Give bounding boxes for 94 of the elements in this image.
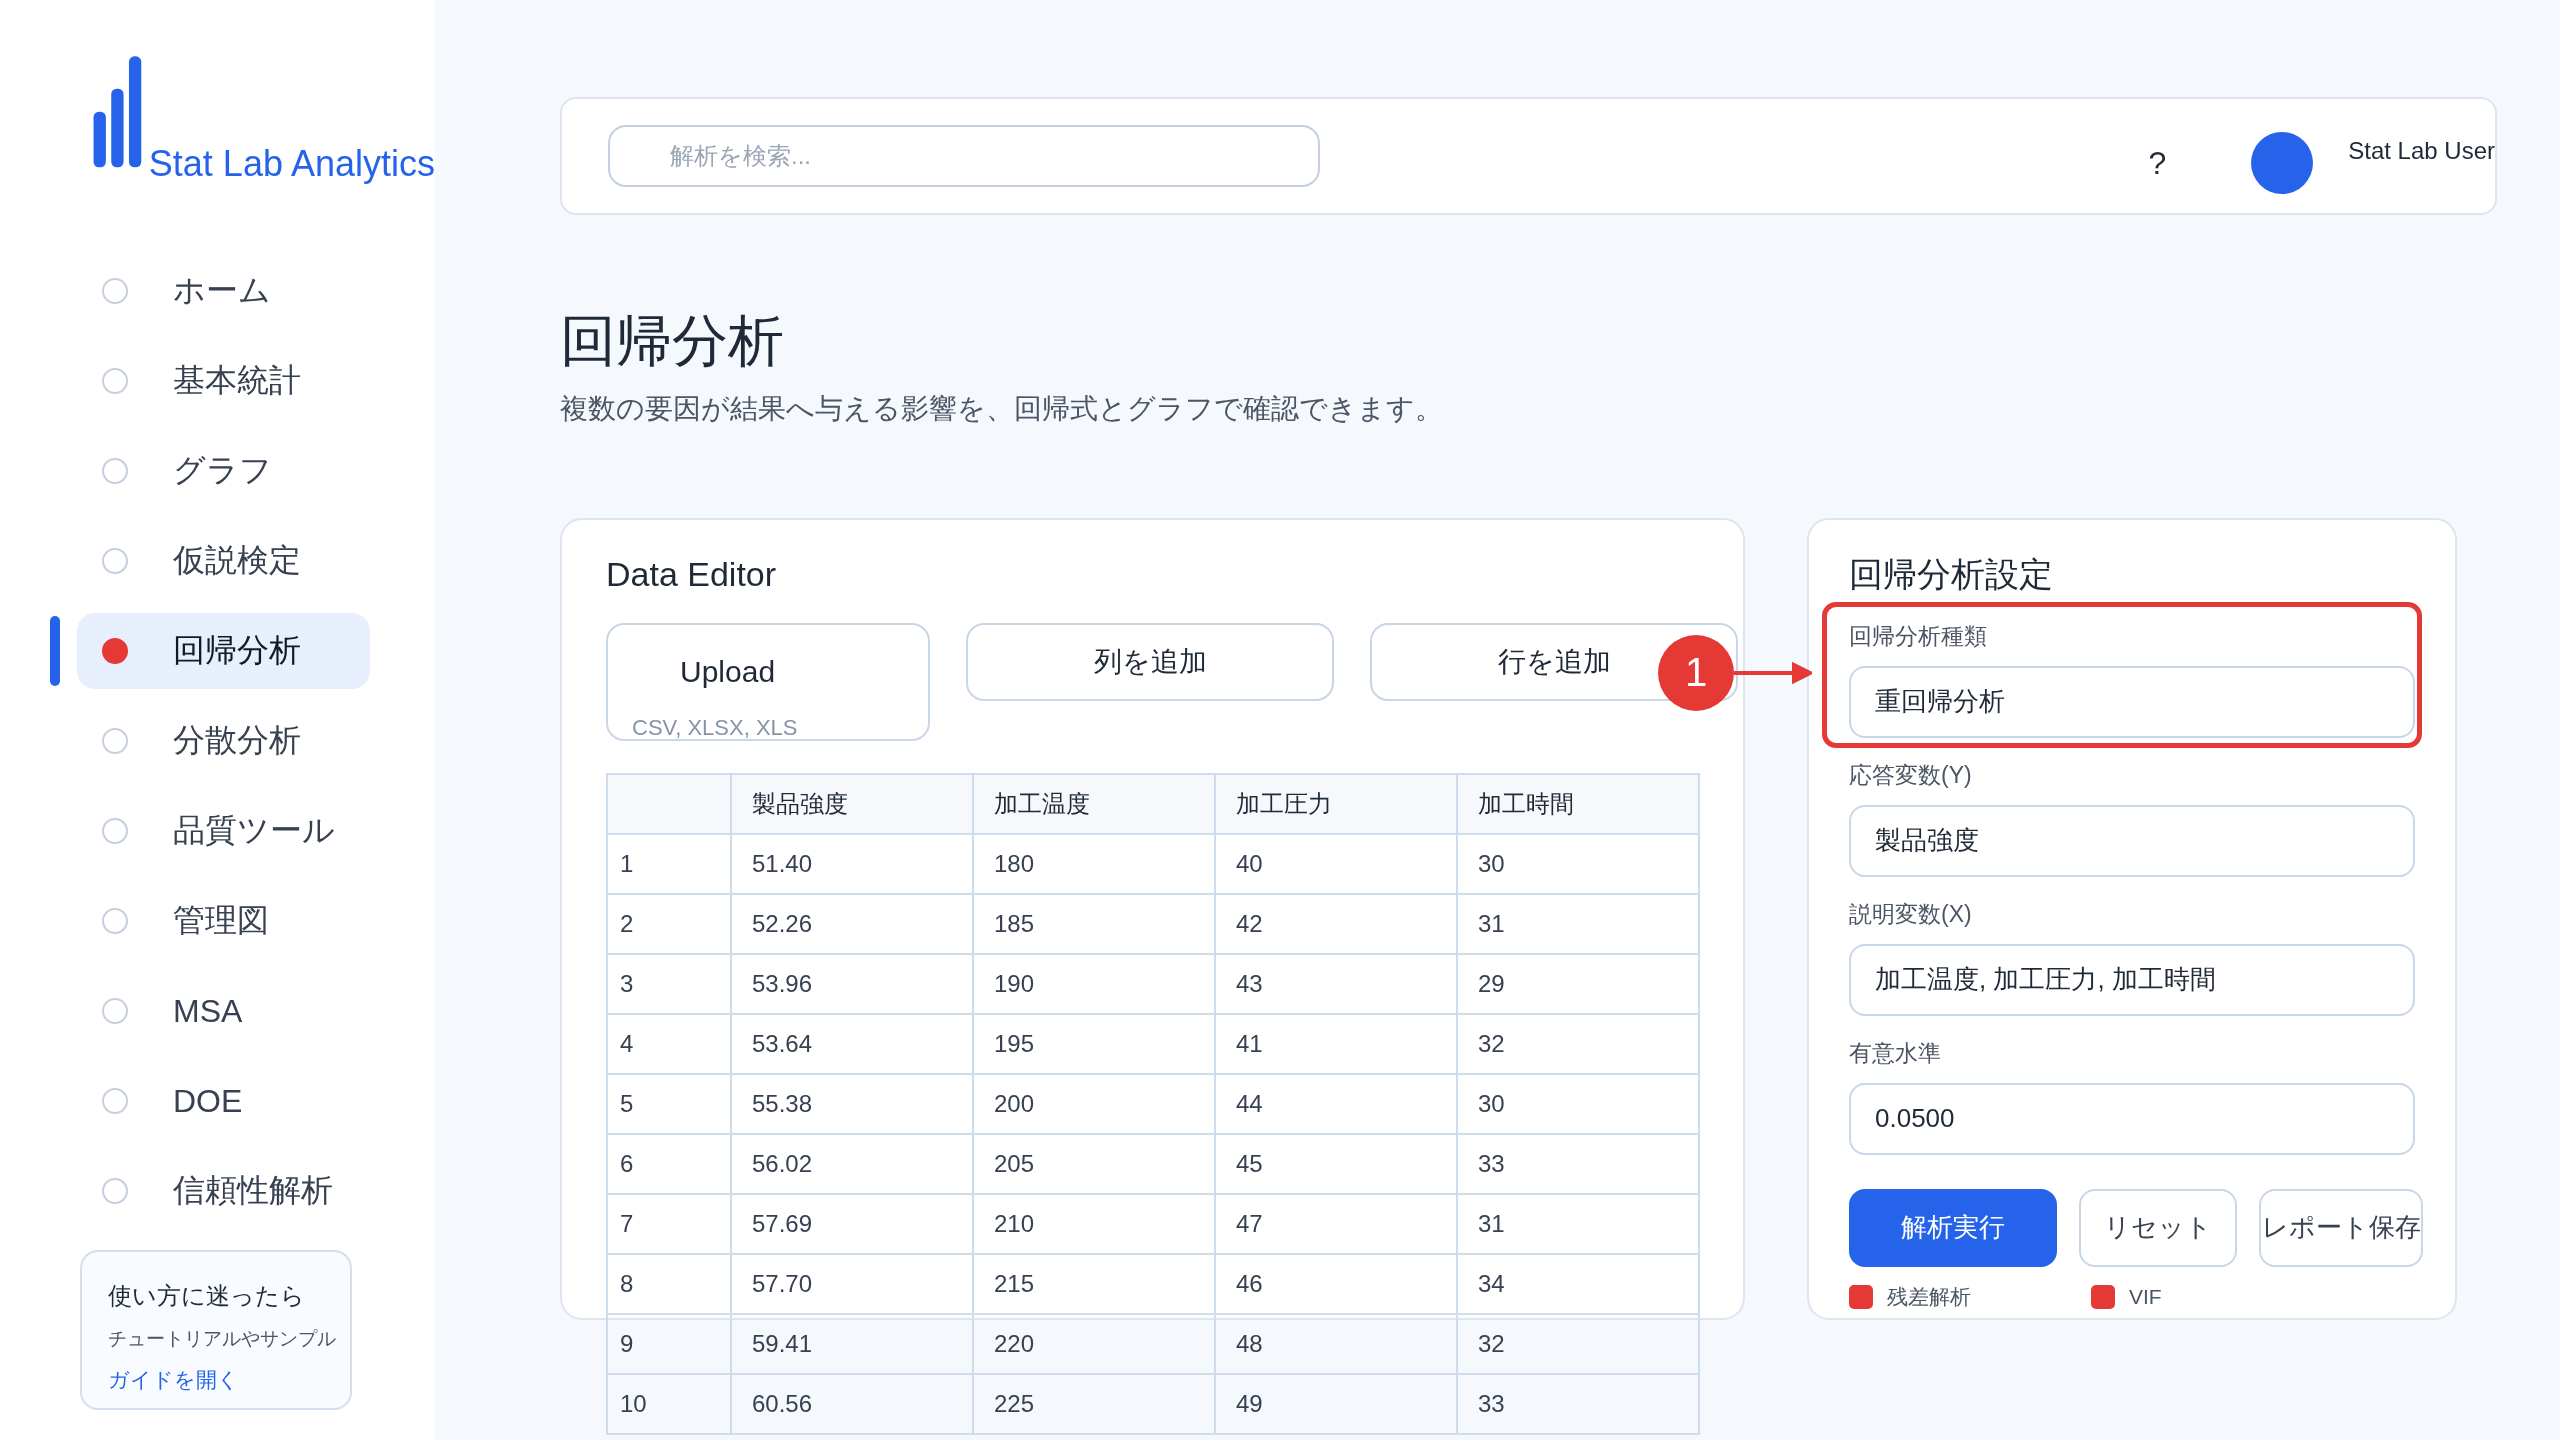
field-label: 応答変数(Y) [1849, 761, 1972, 790]
table-cell: 5 [607, 1074, 731, 1134]
page-title: 回帰分析 [560, 310, 785, 372]
table-cell: 7 [607, 1194, 731, 1254]
table-cell: 29 [1457, 954, 1699, 1014]
input-field[interactable]: 重回帰分析 [1849, 666, 2415, 738]
table-cell: 57.69 [731, 1194, 973, 1254]
table-cell: 205 [973, 1134, 1215, 1194]
table-cell: 8 [607, 1254, 731, 1314]
table-cell: 1 [607, 834, 731, 894]
table-cell: 33 [1457, 1374, 1699, 1434]
page-subtitle: 複数の要因が結果へ与える影響を、回帰式とグラフで確認できます。 [560, 391, 1444, 426]
search-field[interactable]: 解析を検索... [608, 125, 1320, 187]
field-label: 有意水準 [1849, 1039, 1941, 1068]
sidebar-item[interactable]: 品質ツール [77, 793, 370, 869]
table-cell: 31 [1457, 1194, 1699, 1254]
table-cell: 56.02 [731, 1134, 973, 1194]
table-cell: 41 [1215, 1014, 1457, 1074]
table-cell: 34 [1457, 1254, 1699, 1314]
card-title: 回帰分析設定 [1849, 555, 2054, 593]
table-cell: 190 [973, 954, 1215, 1014]
guide-link[interactable]: ガイドを開く [108, 1366, 350, 1394]
table-cell: 225 [973, 1374, 1215, 1434]
sidebar-item[interactable]: DOE [77, 1063, 370, 1139]
table-cell: 200 [973, 1074, 1215, 1134]
card-title: Data Editor [606, 555, 778, 593]
checkbox[interactable] [1849, 1285, 1873, 1309]
table-cell: 33 [1457, 1134, 1699, 1194]
field-label: 回帰分析種類 [1849, 622, 1987, 651]
table-cell: 10 [607, 1374, 731, 1434]
column-header: 加工時間 [1457, 774, 1699, 834]
table-cell: 40 [1215, 834, 1457, 894]
sidebar-item[interactable]: 分散分析 [77, 703, 370, 779]
action-button[interactable]: リセット [2079, 1189, 2237, 1267]
checkbox[interactable] [2091, 1285, 2115, 1309]
sidebar-item[interactable]: MSA [77, 973, 370, 1049]
sidebar-item[interactable]: 信頼性解析 [77, 1153, 370, 1229]
table-cell: 30 [1457, 1074, 1699, 1134]
sidebar-item[interactable]: ホーム [77, 253, 370, 329]
table-cell: 9 [607, 1314, 731, 1374]
brand-name: Stat Lab Analytics [148, 146, 435, 186]
column-header: 加工温度 [973, 774, 1215, 834]
table-cell: 32 [1457, 1314, 1699, 1374]
table-cell: 30 [1457, 834, 1699, 894]
action-button[interactable]: レポート保存 [2259, 1189, 2423, 1267]
help-button[interactable]: ? [2148, 144, 2167, 182]
option-label: 残差解析 [1887, 1284, 1971, 1310]
table-cell: 53.64 [731, 1014, 973, 1074]
table-cell: 60.56 [731, 1374, 973, 1434]
table-cell: 49 [1215, 1374, 1457, 1434]
table-cell: 59.41 [731, 1314, 973, 1374]
active-indicator [50, 616, 60, 686]
table-cell: 4 [607, 1014, 731, 1074]
table-cell: 185 [973, 894, 1215, 954]
table-cell: 48 [1215, 1314, 1457, 1374]
table-cell: 180 [973, 834, 1215, 894]
table-cell: 3 [607, 954, 731, 1014]
field-label: 説明変数(X) [1849, 900, 1972, 929]
run-button[interactable]: 解析実行 [1849, 1189, 2057, 1267]
table-cell: 45 [1215, 1134, 1457, 1194]
table-cell: 44 [1215, 1074, 1457, 1134]
table-cell: 43 [1215, 954, 1457, 1014]
sidebar-item[interactable]: 管理図 [77, 883, 370, 959]
table-cell: 55.38 [731, 1074, 973, 1134]
sidebar-item[interactable]: 仮説検定 [77, 523, 370, 599]
table-cell: 57.70 [731, 1254, 973, 1314]
sidebar-item[interactable]: 回帰分析 [77, 613, 370, 689]
sidebar-item[interactable]: 基本統計 [77, 343, 370, 419]
help-title: 使い方に迷ったら [108, 1281, 306, 1311]
input-field[interactable]: 加工温度, 加工圧力, 加工時間 [1849, 944, 2415, 1016]
input-field[interactable]: 0.0500 [1849, 1083, 2415, 1155]
table-cell: 42 [1215, 894, 1457, 954]
table-cell: 220 [973, 1314, 1215, 1374]
table-cell: 46 [1215, 1254, 1457, 1314]
table-cell: 215 [973, 1254, 1215, 1314]
sidebar-item[interactable]: グラフ [77, 433, 370, 509]
table-cell: 195 [973, 1014, 1215, 1074]
table-cell: 32 [1457, 1014, 1699, 1074]
table-cell: 51.40 [731, 834, 973, 894]
table-cell: 6 [607, 1134, 731, 1194]
table-cell: 210 [973, 1194, 1215, 1254]
upload-button[interactable]: Upload CSV, XLSX, XLS [606, 623, 930, 741]
column-header: 製品強度 [731, 774, 973, 834]
help-text: チュートリアルやサンプル [108, 1327, 337, 1351]
table-cell: 52.26 [731, 894, 973, 954]
column-header: 加工圧力 [1215, 774, 1457, 834]
table-cell: 47 [1215, 1194, 1457, 1254]
table-cell: 31 [1457, 894, 1699, 954]
user-name: Stat Lab User [2348, 137, 2495, 165]
add-button[interactable]: 列を追加 [966, 623, 1334, 701]
table-cell: 53.96 [731, 954, 973, 1014]
table-cell: 2 [607, 894, 731, 954]
option-label: VIF [2129, 1285, 2162, 1309]
input-field[interactable]: 製品強度 [1849, 805, 2415, 877]
